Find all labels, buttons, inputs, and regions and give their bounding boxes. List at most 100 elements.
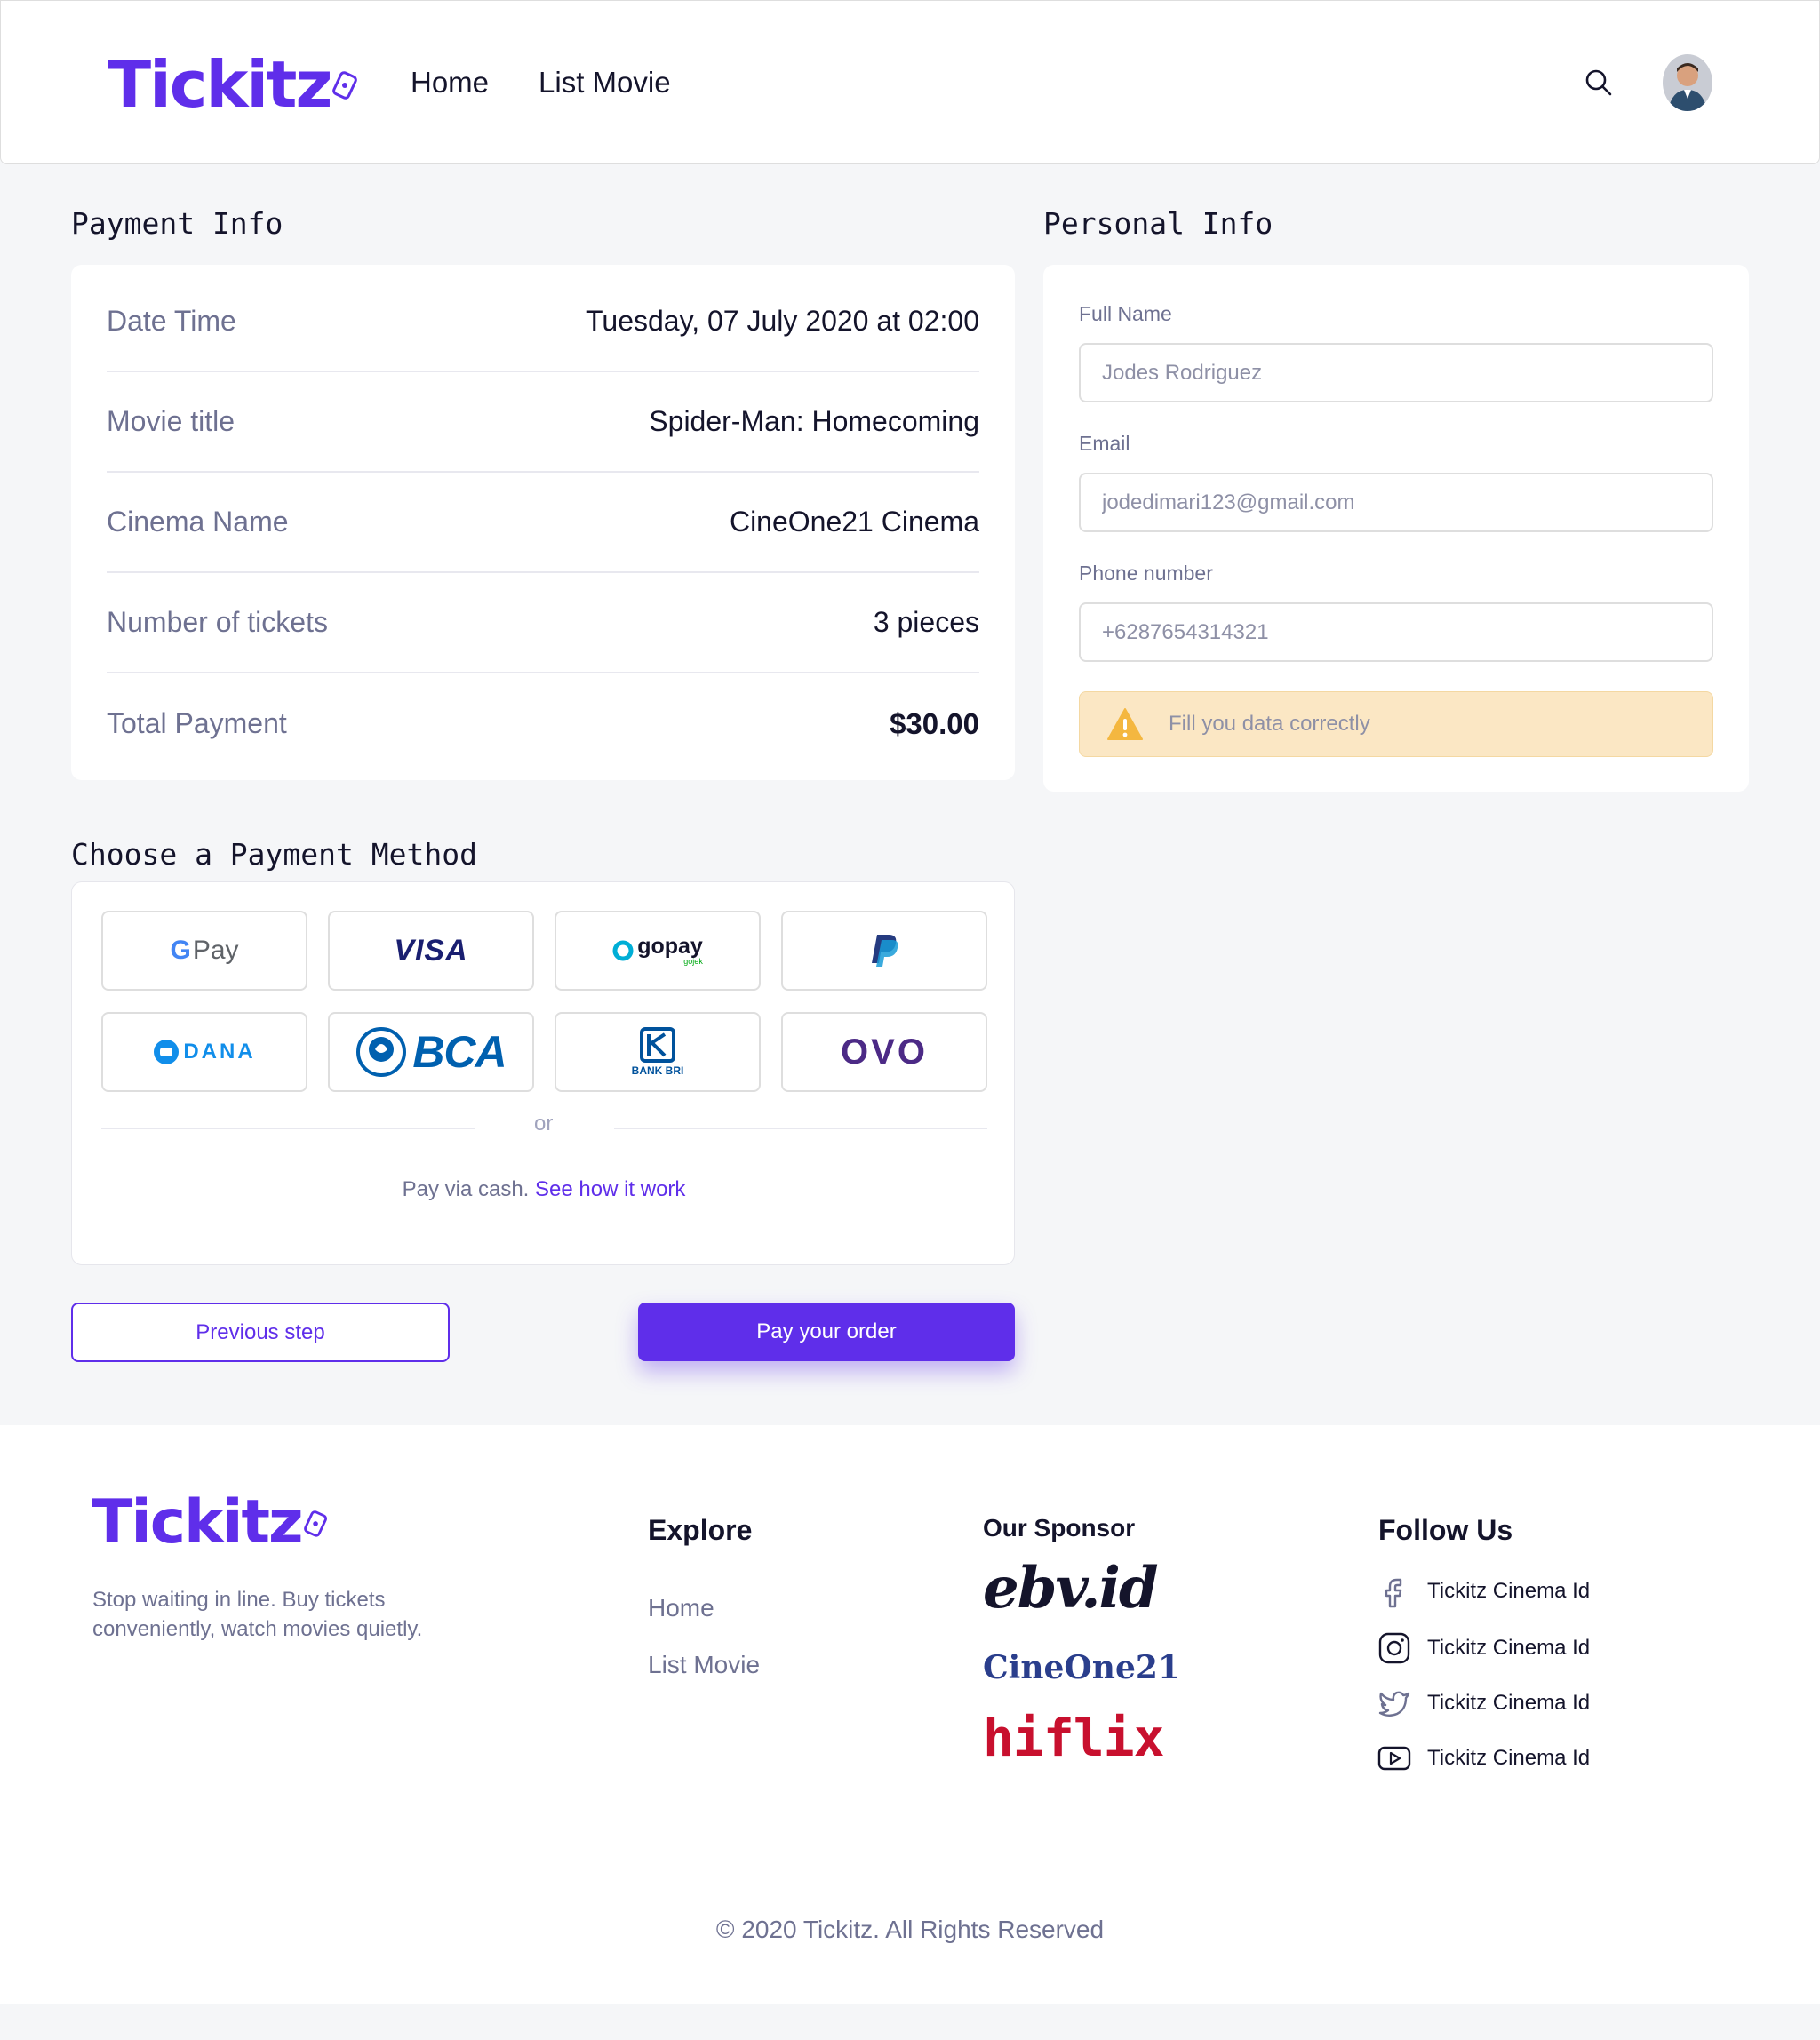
- divider-right: [614, 1128, 987, 1129]
- pay-order-button[interactable]: Pay your order: [638, 1303, 1015, 1361]
- warning-icon: [1107, 708, 1143, 740]
- payment-row-value: Tuesday, 07 July 2020 at 02:00: [586, 305, 979, 337]
- sponsor-heading: Our Sponsor: [983, 1514, 1136, 1542]
- gopay-circle-icon: [612, 940, 634, 961]
- warning-text: Fill you data correctly: [1169, 712, 1370, 736]
- brand-logo[interactable]: Tickitz: [108, 47, 359, 122]
- payment-row-value: CineOne21 Cinema: [729, 506, 979, 538]
- full-name-label: Full Name: [1079, 302, 1172, 325]
- payment-info-title: Payment Info: [71, 206, 283, 241]
- payment-row-value: Spider-Man: Homecoming: [649, 405, 979, 437]
- payment-row-label: Number of tickets: [107, 606, 328, 638]
- social-instagram-label: Tickitz Cinema Id: [1427, 1636, 1591, 1660]
- phone-input[interactable]: [1079, 602, 1713, 662]
- visa-button[interactable]: VISA: [328, 911, 534, 991]
- payment-row-total: Total Payment $30.00: [107, 673, 979, 774]
- total-payment-value: $30.00: [890, 706, 979, 740]
- bri-logo: BANK BRI: [631, 1027, 684, 1077]
- gopay-text: gopay: [637, 934, 703, 959]
- footer-link-home[interactable]: Home: [648, 1594, 714, 1622]
- pay-via-cash-text: Pay via cash.: [402, 1177, 530, 1201]
- brand-logo-text: Tickitz: [108, 47, 332, 122]
- social-instagram[interactable]: Tickitz Cinema Id: [1377, 1631, 1590, 1665]
- ovo-logo: OVO: [841, 1032, 928, 1072]
- nav-home[interactable]: Home: [411, 63, 489, 102]
- social-facebook[interactable]: Tickitz Cinema Id: [1377, 1574, 1590, 1608]
- email-input[interactable]: [1079, 473, 1713, 532]
- bca-emblem-icon: [356, 1027, 407, 1077]
- paypal-icon: [872, 935, 898, 967]
- paypal-button[interactable]: P: [781, 911, 987, 991]
- payment-row-cinema-name: Cinema Name CineOne21 Cinema: [107, 473, 979, 573]
- ticket-icon: [332, 71, 358, 100]
- footer-brand-logo[interactable]: Tickitz: [92, 1487, 329, 1558]
- gpay-logo: GPay: [170, 936, 238, 966]
- email-label: Email: [1079, 432, 1130, 455]
- bri-text: BANK BRI: [631, 1064, 684, 1077]
- explore-heading: Explore: [648, 1514, 753, 1546]
- nav-list-movie[interactable]: List Movie: [539, 63, 671, 102]
- footer-link-list-movie[interactable]: List Movie: [648, 1651, 760, 1679]
- bri-button[interactable]: BANK BRI: [555, 1012, 761, 1092]
- follow-us-heading: Follow Us: [1378, 1514, 1513, 1546]
- sponsor-ebvid: ebv.id: [983, 1555, 1159, 1622]
- bottom-strip: [0, 2004, 1820, 2040]
- see-how-it-work-link[interactable]: See how it work: [535, 1177, 685, 1201]
- payment-row-label: Cinema Name: [107, 506, 289, 538]
- instagram-icon: [1378, 1632, 1410, 1664]
- user-avatar[interactable]: [1663, 54, 1712, 111]
- payment-row-date-time: Date Time Tuesday, 07 July 2020 at 02:00: [107, 272, 979, 372]
- payment-method-title: Choose a Payment Method: [71, 837, 477, 872]
- payment-row-tickets: Number of tickets 3 pieces: [107, 573, 979, 673]
- youtube-icon: [1377, 1746, 1411, 1771]
- gopay-button[interactable]: gopay gojek: [555, 911, 761, 991]
- gpay-g-letter: G: [170, 936, 191, 965]
- pay-via-cash: Pay via cash. See how it work: [72, 1177, 1016, 1202]
- bca-button[interactable]: BCA: [328, 1012, 534, 1092]
- footer-brand-logo-text: Tickitz: [92, 1487, 304, 1558]
- main-nav: Home List Movie: [411, 63, 671, 102]
- footer: Tickitz Stop waiting in line. Buy ticket…: [0, 1425, 1820, 2004]
- payment-method-card: GPay VISA gopay gojek P DANA: [71, 881, 1015, 1265]
- copyright-text: © 2020 Tickitz. All Rights Reserved: [715, 1916, 1105, 1943]
- bri-emblem-icon: [639, 1027, 675, 1063]
- sponsor-hiflix: hiflix: [983, 1708, 1165, 1768]
- payment-row-label: Date Time: [107, 305, 236, 337]
- payment-row-label: Total Payment: [107, 707, 287, 739]
- search-icon[interactable]: [1585, 68, 1613, 97]
- payment-row-value: 3 pieces: [873, 606, 979, 638]
- social-youtube-label: Tickitz Cinema Id: [1427, 1746, 1591, 1770]
- payment-row-label: Movie title: [107, 405, 235, 437]
- gopay-subtext: gojek: [683, 957, 703, 966]
- dana-logo: DANA: [153, 1039, 255, 1065]
- personal-info-card: Full Name Email Phone number Fill you da…: [1043, 265, 1749, 792]
- payment-row-movie-title: Movie title Spider-Man: Homecoming: [107, 372, 979, 473]
- dana-text: DANA: [183, 1040, 256, 1064]
- social-youtube[interactable]: Tickitz Cinema Id: [1377, 1741, 1590, 1775]
- gpay-pay-text: Pay: [192, 936, 239, 965]
- dana-icon: [154, 1040, 180, 1064]
- full-name-input[interactable]: [1079, 343, 1713, 402]
- warning-alert: Fill you data correctly: [1079, 691, 1713, 757]
- social-twitter[interactable]: Tickitz Cinema Id: [1377, 1686, 1590, 1720]
- bca-text: BCA: [412, 1027, 507, 1077]
- footer-tagline: Stop waiting in line. Buy tickets conven…: [92, 1588, 423, 1641]
- ticket-icon: [303, 1510, 327, 1537]
- ovo-button[interactable]: OVO: [781, 1012, 987, 1092]
- gopay-logo: gopay gojek: [612, 936, 703, 966]
- social-twitter-label: Tickitz Cinema Id: [1427, 1691, 1591, 1715]
- payment-info-card: Date Time Tuesday, 07 July 2020 at 02:00…: [71, 265, 1015, 780]
- social-facebook-label: Tickitz Cinema Id: [1427, 1579, 1591, 1603]
- divider-left: [101, 1128, 475, 1129]
- sponsor-cineone21: CineOne21: [983, 1649, 1180, 1686]
- or-text: or: [534, 1112, 554, 1136]
- previous-step-button[interactable]: Previous step: [71, 1303, 450, 1362]
- gpay-button[interactable]: GPay: [101, 911, 307, 991]
- dana-button[interactable]: DANA: [101, 1012, 307, 1092]
- bca-logo: BCA: [355, 1026, 507, 1078]
- visa-logo: VISA: [394, 933, 468, 968]
- twitter-icon: [1378, 1691, 1410, 1717]
- avatar-image: [1663, 54, 1712, 111]
- top-navbar: Tickitz Home List Movie: [0, 0, 1820, 164]
- phone-label: Phone number: [1079, 562, 1213, 585]
